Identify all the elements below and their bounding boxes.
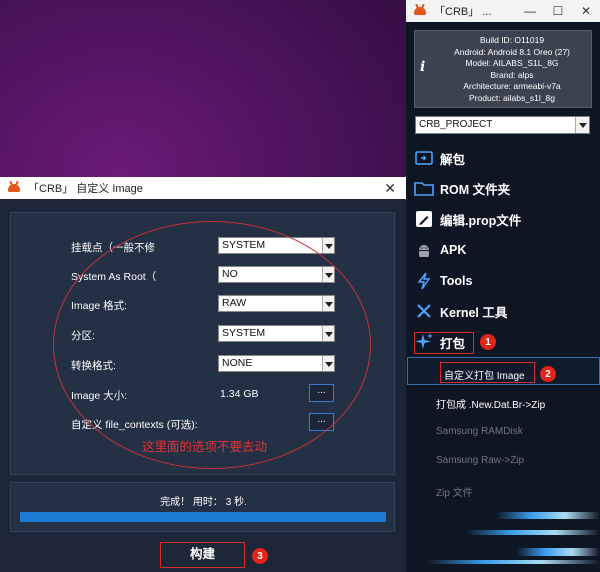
step-badge-1: 1 [480,334,496,350]
brand-text: Brand: alps [490,69,534,80]
nav-label-rom-folder: ROM 文件夹 [440,182,511,197]
dialog-title: 「CRB」 自定义 Image [28,183,143,195]
decorative-streak [466,530,600,535]
edit-file-icon [414,210,434,228]
android-icon [414,241,434,259]
nav-item-edit-prop[interactable]: 编辑.prop文件 [414,206,521,232]
progress-panel: 完成！ 用时： 3 秒. [10,482,395,532]
project-select-value: CRB_PROJECT [419,119,493,130]
build-button[interactable]: 构建 [160,542,245,568]
decorative-streak [426,560,600,564]
android-logo-icon [414,7,426,15]
nav-item-rom-folder[interactable]: ROM 文件夹 [414,175,510,201]
decorative-streak [496,512,600,519]
device-info-panel: i Build ID: O11019 Android: Android 8.1 … [414,30,592,108]
annotation-ellipse [53,221,371,469]
project-select[interactable]: CRB_PROJECT [415,116,590,134]
progress-status-text: 完成！ 用时： 3 秒. [160,497,247,508]
folder-icon [414,179,434,197]
nav-label-unpack: 解包 [440,152,466,167]
maximize-button[interactable]: ☐ [544,0,572,22]
step-badge-3: 3 [252,548,268,564]
nav-item-kernel-tools[interactable]: Kernel 工具 [414,298,507,324]
info-icon: i [420,59,426,75]
step-badge-2: 2 [540,366,556,382]
nav-label-edit-prop: 编辑.prop文件 [440,213,522,228]
main-window: 「CRB」 ... — ☐ ✕ i Build ID: O11019 Andro… [406,0,600,572]
nav-item-unpack[interactable]: 解包 [414,145,465,171]
main-titlebar: 「CRB」 ... — ☐ ✕ [406,0,600,22]
architecture-text: Architecture: armeabi-v7a [463,81,561,91]
dialog-titlebar: 「CRB」 自定义 Image ✕ [0,177,406,199]
annotation-note: 这里面的选项不要去动 [142,440,268,454]
decorative-streak [516,548,600,556]
build-id-text: Build ID: O11019 [479,35,545,45]
nav-label-apk: APK [440,243,467,257]
wrench-icon [414,302,434,320]
nav-label-kernel-tools: Kernel 工具 [440,305,508,320]
dialog-close-button[interactable]: ✕ [384,180,396,197]
model-text: Model: AILABS_S1L_8G [465,58,559,68]
submenu-custom-pack-image-label[interactable]: 自定义打包 Image [444,367,525,382]
chevron-down-icon[interactable] [575,117,589,133]
progress-bar-fill [20,512,386,522]
nav-item-apk[interactable]: APK [414,237,466,263]
lightning-icon [414,272,434,290]
progress-bar [20,512,386,522]
unpack-icon [414,149,434,167]
submenu-samsung-ramdisk[interactable]: Samsung RAMDisk [436,426,523,437]
submenu-pack-new-dat-br-zip[interactable]: 打包成 .New.Dat.Br->Zip [436,396,545,411]
annotation-box-pack [414,332,474,354]
minimize-button[interactable]: — [516,0,544,22]
android-logo-icon [8,184,20,192]
submenu-samsung-raw-zip[interactable]: Samsung Raw->Zip [436,455,524,466]
android-version-text: Android: Android 8.1 Oreo (27) [454,46,570,57]
submenu-zip-file[interactable]: Zip 文件 [436,484,473,499]
nav-label-tools: Tools [440,274,473,288]
nav-item-tools[interactable]: Tools [414,268,472,294]
chevron-down-icon[interactable] [322,238,334,253]
product-text: Product: ailabs_s1l_8g [468,92,555,103]
main-window-title: 「CRB」 ... [434,6,492,18]
close-button[interactable]: ✕ [572,0,600,22]
